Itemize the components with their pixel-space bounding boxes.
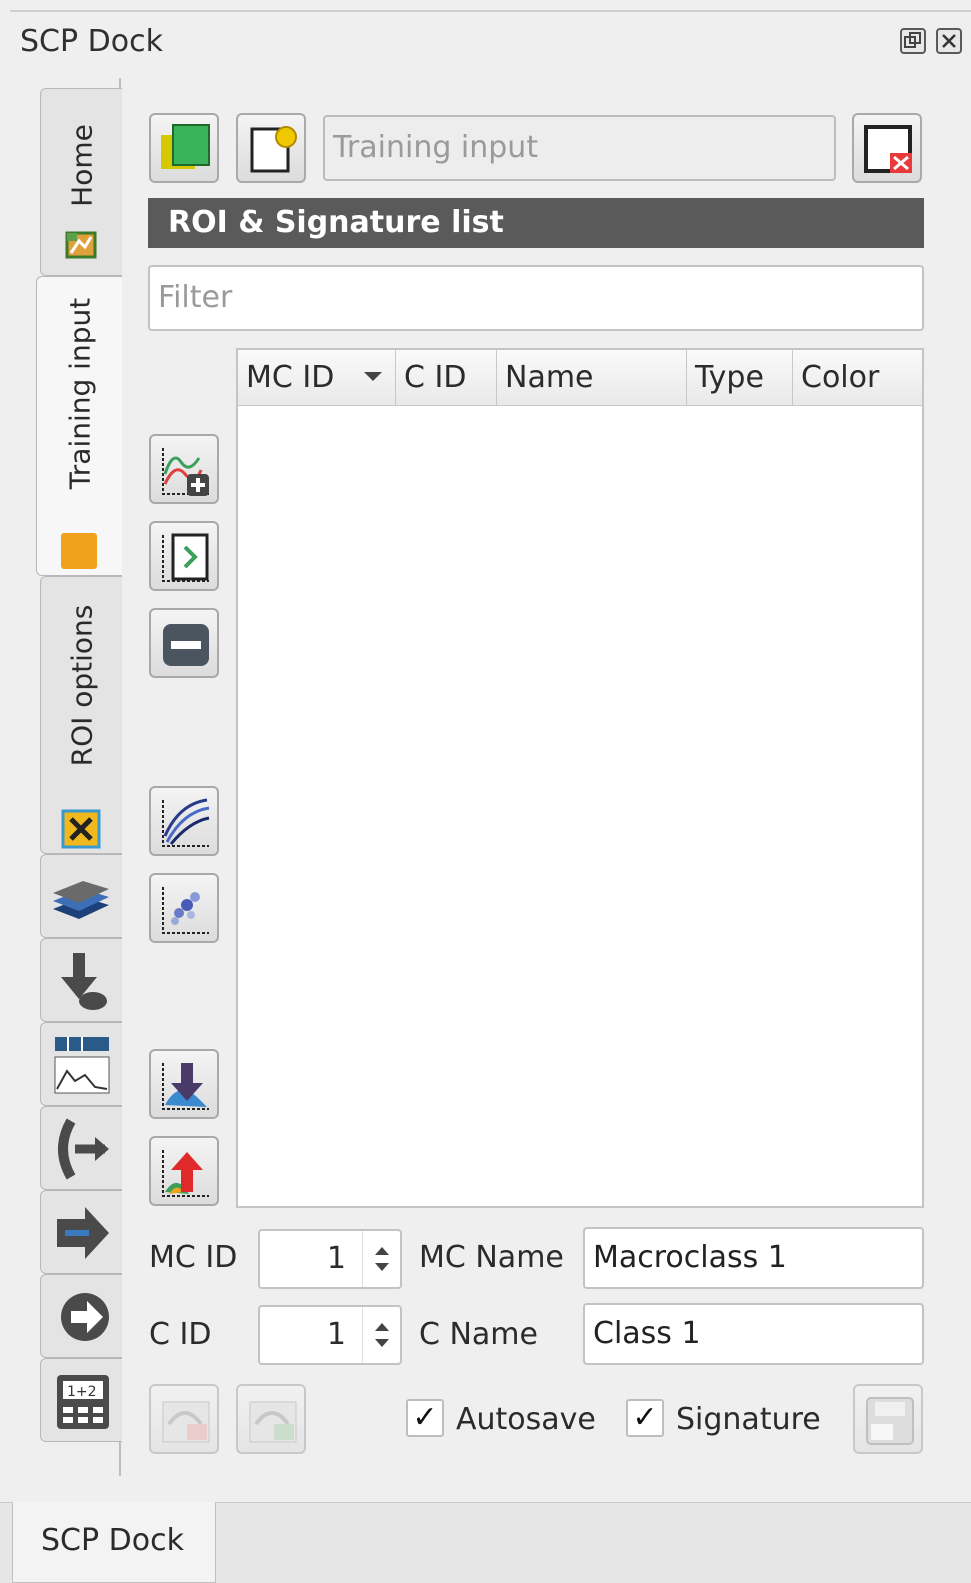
redo-roi-button[interactable] bbox=[236, 1384, 306, 1454]
open-training-input-icon bbox=[250, 126, 297, 173]
spin-arrows-icon[interactable] bbox=[362, 1231, 400, 1287]
save-roi-button[interactable] bbox=[853, 1384, 923, 1454]
tab-download[interactable] bbox=[40, 938, 122, 1022]
add-signature-icon bbox=[162, 448, 209, 496]
redo-roi-icon bbox=[249, 1401, 297, 1443]
spin-arrows-icon[interactable] bbox=[362, 1307, 400, 1363]
import-button[interactable] bbox=[149, 1049, 219, 1119]
filter-input[interactable]: Filter bbox=[148, 265, 924, 331]
add-signature-button[interactable] bbox=[149, 434, 219, 504]
training-input-field[interactable]: Training input bbox=[323, 115, 836, 181]
tab-roi-options-label: ROI options bbox=[65, 604, 98, 767]
export-signature-button[interactable] bbox=[149, 1136, 219, 1206]
tab-home-label: Home bbox=[65, 124, 98, 207]
c-name-label: C Name bbox=[419, 1317, 538, 1352]
histogram-icon bbox=[51, 1031, 115, 1099]
dock-tab-scp-dock[interactable]: SCP Dock bbox=[12, 1502, 216, 1583]
remove-button[interactable] bbox=[149, 608, 219, 678]
merge-signatures-button[interactable] bbox=[149, 521, 219, 591]
tab-preprocessing[interactable] bbox=[40, 1022, 122, 1106]
scatter-plot-button[interactable] bbox=[149, 873, 219, 943]
tab-band-calc-2[interactable]: 1+2 bbox=[40, 1358, 122, 1442]
export-icon bbox=[51, 1115, 115, 1183]
sort-descending-icon bbox=[364, 372, 382, 381]
column-header-name[interactable]: Name bbox=[497, 350, 687, 406]
column-header-label: MC ID bbox=[246, 360, 335, 395]
undo-roi-button[interactable] bbox=[149, 1384, 219, 1454]
mc-id-spinbox[interactable]: 1 bbox=[258, 1229, 402, 1289]
reset-input-icon bbox=[864, 125, 912, 173]
dock-title: SCP Dock bbox=[20, 24, 163, 59]
new-training-input-icon bbox=[161, 124, 210, 169]
tab-roi-options[interactable]: ROI options bbox=[40, 576, 122, 854]
merge-signatures-icon bbox=[162, 533, 209, 582]
calculator-icon: 1+2 bbox=[51, 1367, 115, 1435]
scatter-plot-icon bbox=[162, 887, 209, 934]
svg-text:1+2: 1+2 bbox=[67, 1384, 97, 1400]
float-icon[interactable] bbox=[900, 28, 926, 54]
arrow-band-icon bbox=[49, 1199, 113, 1267]
close-icon[interactable] bbox=[936, 28, 962, 54]
mc-id-label: MC ID bbox=[149, 1240, 238, 1275]
c-id-spinbox[interactable]: 1 bbox=[258, 1305, 402, 1365]
signature-checkbox[interactable]: ✓ bbox=[626, 1399, 664, 1437]
roi-signature-list-header: ROI & Signature list bbox=[148, 198, 924, 248]
tab-training-input-label: Training input bbox=[63, 297, 96, 490]
signature-label: Signature bbox=[676, 1402, 821, 1437]
orange-square-icon bbox=[59, 531, 99, 571]
export-signature-icon bbox=[162, 1150, 209, 1197]
save-roi-icon bbox=[866, 1397, 914, 1445]
tab-training-input[interactable]: Training input bbox=[36, 276, 122, 576]
undo-roi-icon bbox=[162, 1401, 210, 1443]
remove-icon bbox=[163, 624, 209, 666]
home-map-icon bbox=[61, 225, 101, 265]
open-training-input-button[interactable] bbox=[236, 113, 306, 183]
tab-export[interactable] bbox=[40, 1106, 122, 1190]
table-header: MC ID C ID Name Type Color bbox=[238, 350, 922, 406]
spectral-plot-icon bbox=[162, 798, 210, 847]
spectral-plot-button[interactable] bbox=[149, 786, 219, 856]
autosave-label: Autosave bbox=[456, 1402, 596, 1437]
column-header-mc-id[interactable]: MC ID bbox=[238, 350, 396, 406]
tab-band-set[interactable] bbox=[40, 854, 122, 938]
tab-postprocessing[interactable] bbox=[40, 1274, 122, 1358]
mc-name-label: MC Name bbox=[419, 1240, 564, 1275]
tab-home[interactable]: Home bbox=[40, 88, 122, 276]
mc-name-field[interactable]: Macroclass 1 bbox=[583, 1227, 924, 1289]
c-id-value: 1 bbox=[326, 1317, 346, 1352]
reset-training-input-button[interactable] bbox=[852, 113, 922, 183]
c-name-field[interactable]: Class 1 bbox=[583, 1303, 924, 1365]
new-training-input-button[interactable] bbox=[149, 113, 219, 183]
mc-id-value: 1 bbox=[326, 1241, 346, 1276]
download-icon bbox=[53, 949, 113, 1013]
c-id-label: C ID bbox=[149, 1317, 212, 1352]
column-header-type[interactable]: Type bbox=[687, 350, 793, 406]
import-icon bbox=[162, 1063, 209, 1110]
autosave-checkbox[interactable]: ✓ bbox=[406, 1399, 444, 1437]
roi-signature-table[interactable]: MC ID C ID Name Type Color bbox=[236, 348, 924, 1208]
tools-icon bbox=[61, 809, 101, 849]
column-header-color[interactable]: Color bbox=[793, 350, 922, 406]
tab-band-calc[interactable] bbox=[40, 1190, 122, 1274]
layers-icon bbox=[49, 875, 113, 919]
postprocess-icon bbox=[51, 1283, 115, 1351]
column-header-c-id[interactable]: C ID bbox=[396, 350, 497, 406]
